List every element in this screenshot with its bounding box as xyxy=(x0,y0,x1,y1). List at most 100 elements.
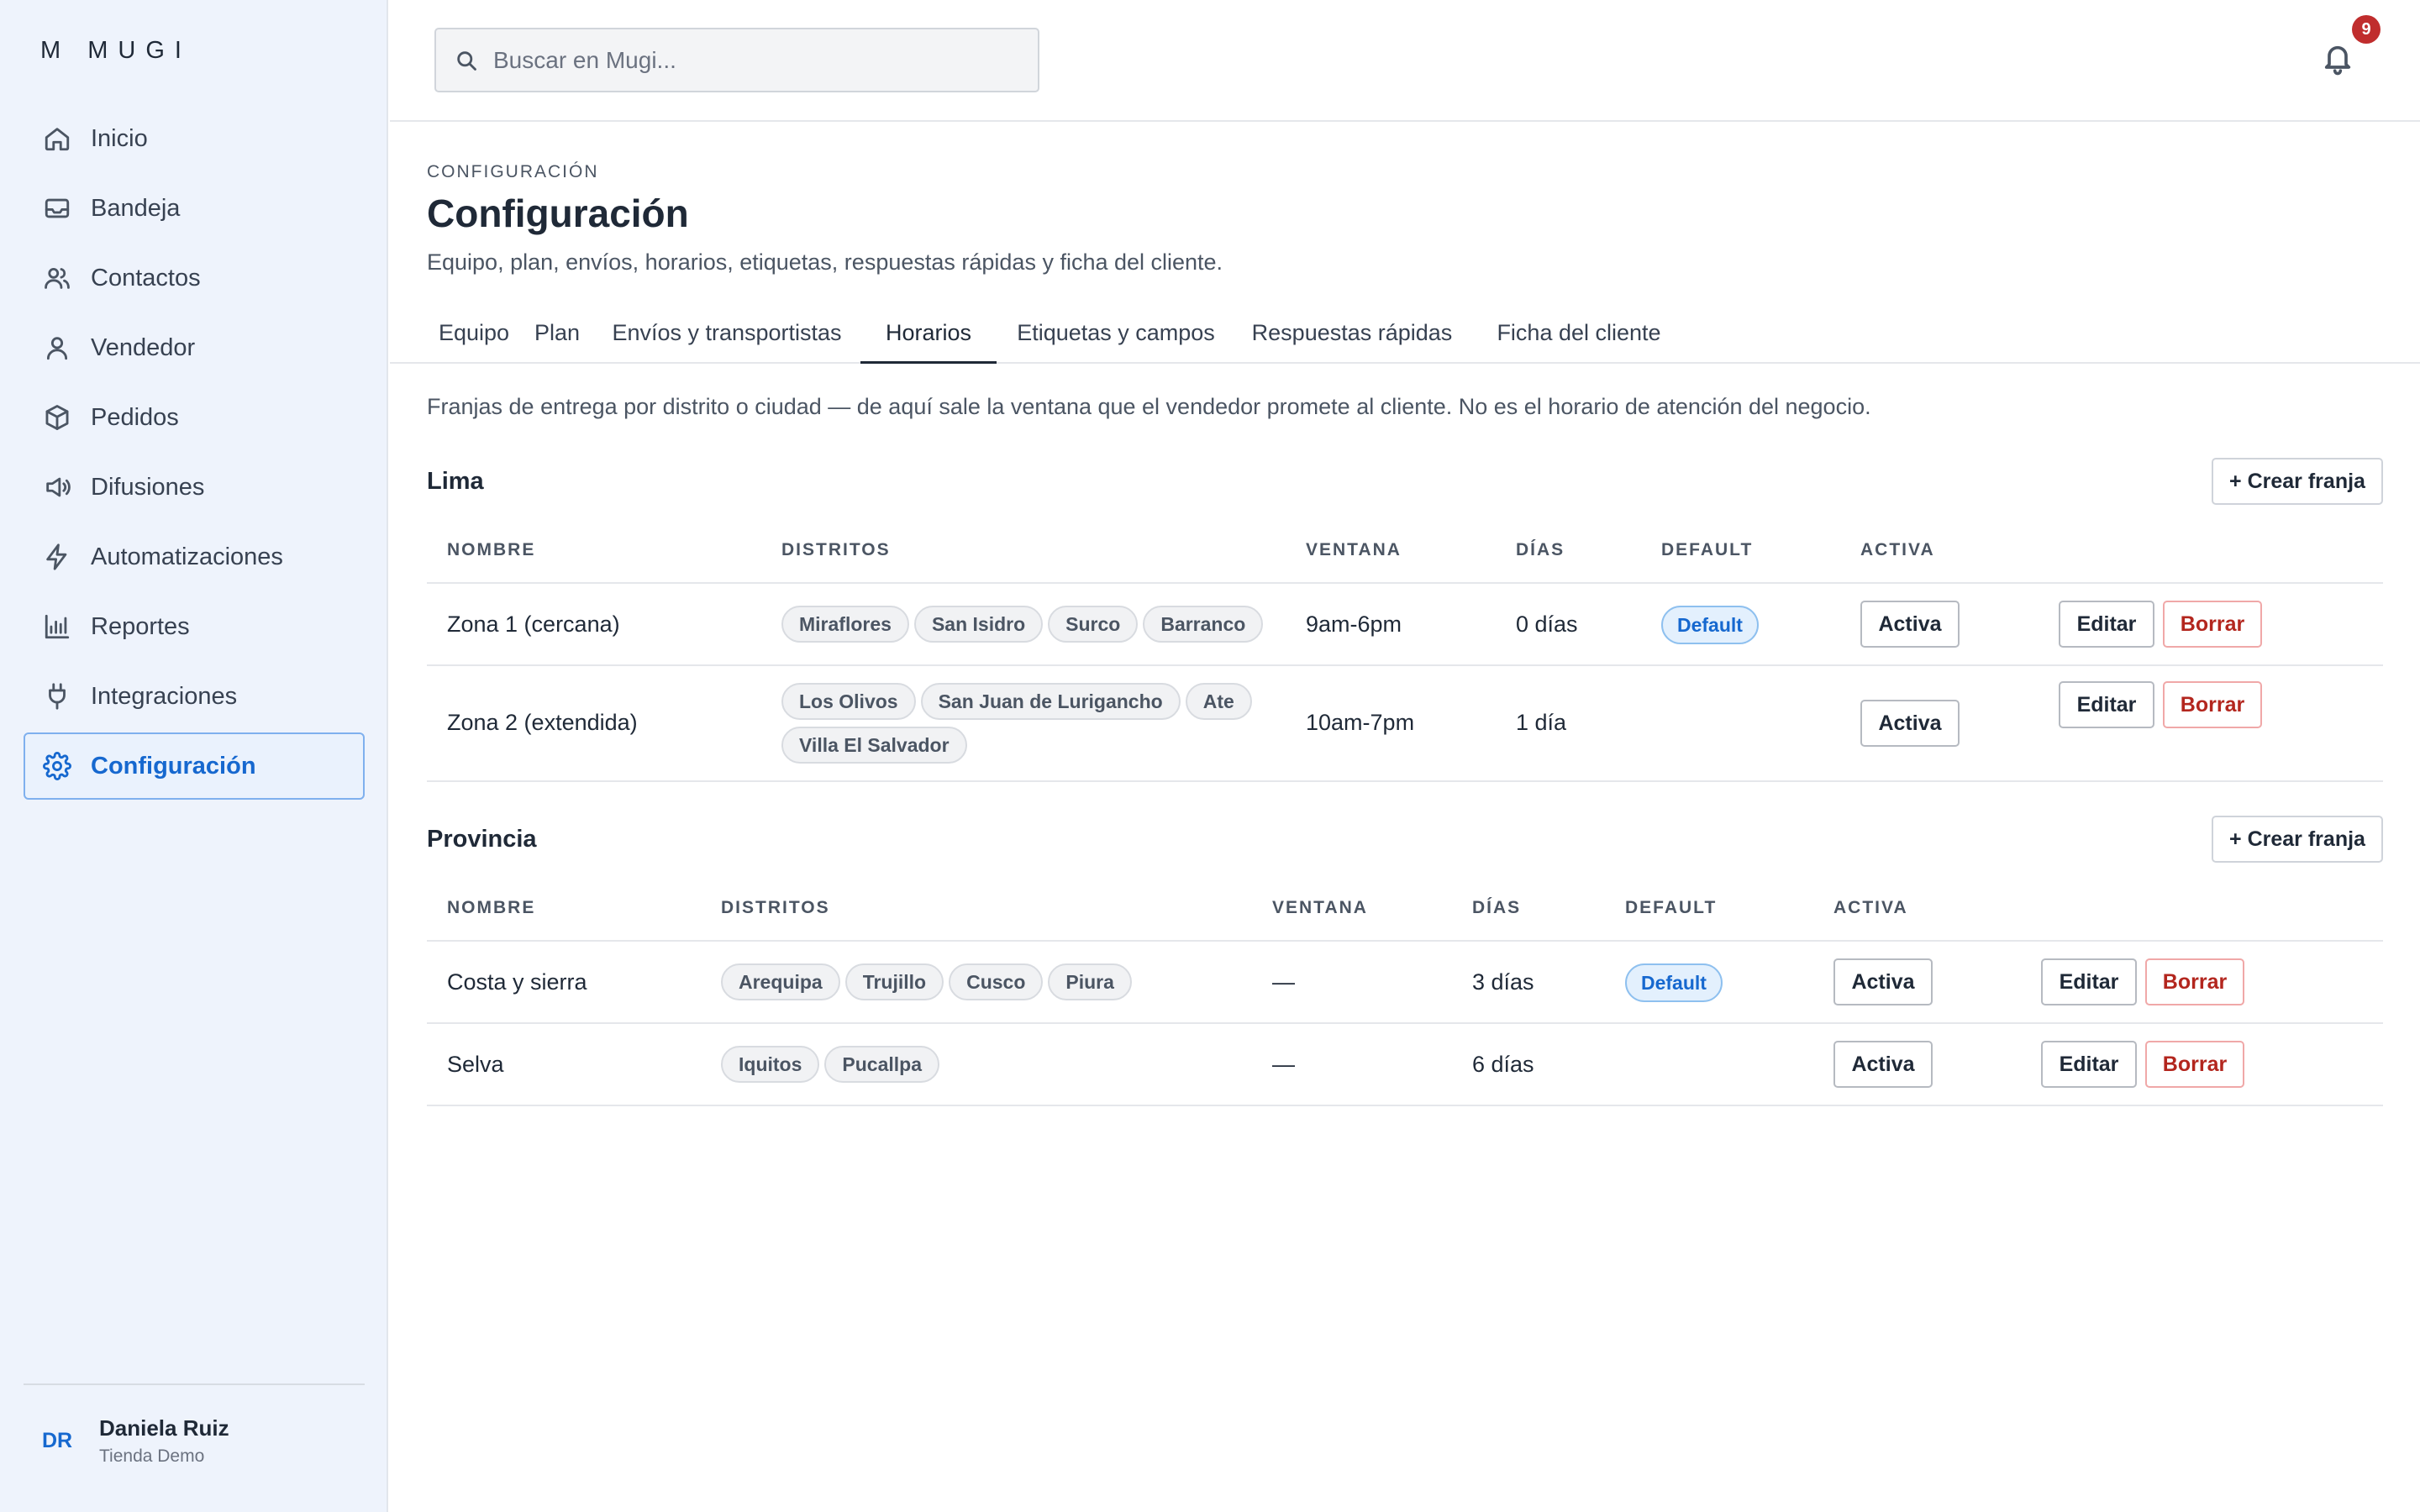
notifications-button[interactable] xyxy=(2321,40,2358,81)
district-chips: Arequipa Trujillo Cusco Piura xyxy=(721,963,1259,1000)
slot-name: Zona 2 (extendida) xyxy=(447,710,638,735)
delete-button[interactable]: Borrar xyxy=(2145,958,2244,1005)
user-name: Daniela Ruiz xyxy=(99,1415,229,1441)
sidebar-item-pedidos[interactable]: Pedidos xyxy=(24,384,365,451)
district-chip: San Juan de Lurigancho xyxy=(920,683,1181,720)
tab-plan[interactable]: Plan xyxy=(521,315,593,364)
users-icon xyxy=(42,263,72,293)
sidebar-item-label: Reportes xyxy=(91,612,190,640)
col-header-window: VENTANA xyxy=(1306,540,1402,559)
megaphone-icon xyxy=(42,472,72,502)
create-slot-button-provincia[interactable]: + Crear franja xyxy=(2212,816,2383,863)
table-row: Zona 2 (extendida) Los Olivos San Juan d… xyxy=(427,666,2383,782)
page-subtitle: Equipo, plan, envíos, horarios, etiqueta… xyxy=(427,249,1223,275)
inbox-icon xyxy=(42,193,72,223)
tab-etiquetas[interactable]: Etiquetas y campos xyxy=(997,315,1235,364)
user-profile[interactable]: DR Daniela Ruiz Tienda Demo xyxy=(42,1415,229,1467)
tab-envios[interactable]: Envíos y transportistas xyxy=(593,315,860,364)
col-header-districts: DISTRITOS xyxy=(781,540,891,559)
table-row: Zona 1 (cercana) Miraflores San Isidro S… xyxy=(427,584,2383,666)
toggle-active-button[interactable]: Activa xyxy=(1860,601,1960,648)
slot-name: Costa y sierra xyxy=(447,969,587,995)
slot-name: Zona 1 (cercana) xyxy=(447,612,620,637)
sidebar-item-label: Configuración xyxy=(91,752,256,780)
sidebar: M MUGI Inicio Bandeja Contactos Vendedor… xyxy=(0,0,388,1512)
tab-equipo[interactable]: Equipo xyxy=(427,315,521,364)
sidebar-item-vendedor[interactable]: Vendedor xyxy=(24,314,365,381)
district-chip: Iquitos xyxy=(721,1046,820,1083)
district-chip: Miraflores xyxy=(781,606,909,643)
section-description: Franjas de entrega por distrito o ciudad… xyxy=(427,394,1871,419)
col-header-active: ACTIVA xyxy=(1860,540,1935,559)
sidebar-item-contactos[interactable]: Contactos xyxy=(24,244,365,312)
sidebar-item-label: Automatizaciones xyxy=(91,543,283,570)
page-title: Configuración xyxy=(427,192,689,235)
topbar: 9 xyxy=(390,0,2420,122)
sidebar-item-configuracion[interactable]: Configuración xyxy=(24,732,365,800)
create-slot-button-lima[interactable]: + Crear franja xyxy=(2212,458,2383,505)
tab-horarios[interactable]: Horarios xyxy=(860,315,997,364)
sidebar-item-label: Pedidos xyxy=(91,403,179,431)
slot-name: Selva xyxy=(447,1052,504,1077)
edit-button[interactable]: Editar xyxy=(2059,681,2154,728)
app-logo[interactable]: M MUGI xyxy=(40,37,192,65)
col-header-days: DÍAS xyxy=(1472,898,1522,917)
settings-tabs: Equipo Plan Envíos y transportistas Hora… xyxy=(390,315,2420,364)
default-badge: Default xyxy=(1661,606,1759,644)
toggle-active-button[interactable]: Activa xyxy=(1860,700,1960,747)
section-title-provincia: Provincia xyxy=(427,826,537,853)
delivery-days: 6 días xyxy=(1472,1052,1534,1077)
sidebar-item-difusiones[interactable]: Difusiones xyxy=(24,454,365,521)
district-chip: Los Olivos xyxy=(781,683,916,720)
sidebar-divider xyxy=(24,1383,365,1385)
col-header-default: DEFAULT xyxy=(1625,898,1718,917)
sidebar-item-automatizaciones[interactable]: Automatizaciones xyxy=(24,523,365,591)
search-box[interactable] xyxy=(434,28,1039,92)
sidebar-item-reportes[interactable]: Reportes xyxy=(24,593,365,660)
sidebar-item-label: Inicio xyxy=(91,124,148,152)
edit-button[interactable]: Editar xyxy=(2059,601,2154,648)
district-chip: Arequipa xyxy=(721,963,840,1000)
district-chips: Los Olivos San Juan de Lurigancho Ate Vi… xyxy=(781,683,1286,764)
col-header-default: DEFAULT xyxy=(1661,540,1754,559)
default-badge: Default xyxy=(1625,963,1723,1002)
delivery-window: 9am-6pm xyxy=(1306,612,1402,637)
tab-ficha-cliente[interactable]: Ficha del cliente xyxy=(1469,315,1689,364)
avatar: DR xyxy=(42,1429,73,1452)
sidebar-nav: Inicio Bandeja Contactos Vendedor Pedido… xyxy=(24,105,365,802)
toggle-active-button[interactable]: Activa xyxy=(1833,958,1933,1005)
table-row: Selva Iquitos Pucallpa — 6 días Activa E… xyxy=(427,1024,2383,1106)
delivery-window: 10am-7pm xyxy=(1306,710,1415,735)
col-header-districts: DISTRITOS xyxy=(721,898,830,917)
delivery-days: 3 días xyxy=(1472,969,1534,995)
district-chip: Pucallpa xyxy=(824,1046,939,1083)
sidebar-item-label: Difusiones xyxy=(91,473,205,501)
delete-button[interactable]: Borrar xyxy=(2163,681,2262,728)
district-chips: Iquitos Pucallpa xyxy=(721,1046,1259,1083)
search-icon xyxy=(457,50,476,71)
delete-button[interactable]: Borrar xyxy=(2163,601,2262,648)
lima-table: NOMBRE DISTRITOS VENTANA DÍAS DEFAULT AC… xyxy=(427,517,2383,782)
delivery-days: 1 día xyxy=(1516,710,1567,735)
toggle-active-button[interactable]: Activa xyxy=(1833,1041,1933,1088)
district-chip: Surco xyxy=(1048,606,1139,643)
col-header-active: ACTIVA xyxy=(1833,898,1908,917)
provincia-table: NOMBRE DISTRITOS VENTANA DÍAS DEFAULT AC… xyxy=(427,874,2383,1106)
col-header-name: NOMBRE xyxy=(447,898,536,917)
user-icon xyxy=(42,333,72,363)
delete-button[interactable]: Borrar xyxy=(2145,1041,2244,1088)
gear-icon xyxy=(42,751,72,781)
search-input[interactable] xyxy=(493,46,997,74)
breadcrumb: CONFIGURACIÓN xyxy=(427,162,599,181)
sidebar-item-integraciones[interactable]: Integraciones xyxy=(24,663,365,730)
table-header: NOMBRE DISTRITOS VENTANA DÍAS DEFAULT AC… xyxy=(427,874,2383,942)
district-chips: Miraflores San Isidro Surco Barranco xyxy=(781,606,1286,643)
sidebar-item-inicio[interactable]: Inicio xyxy=(24,105,365,172)
tab-respuestas[interactable]: Respuestas rápidas xyxy=(1235,315,1469,364)
sidebar-item-bandeja[interactable]: Bandeja xyxy=(24,175,365,242)
notification-count-badge: 9 xyxy=(2352,15,2381,44)
edit-button[interactable]: Editar xyxy=(2041,958,2137,1005)
district-chip: Piura xyxy=(1048,963,1132,1000)
edit-button[interactable]: Editar xyxy=(2041,1041,2137,1088)
col-header-name: NOMBRE xyxy=(447,540,536,559)
